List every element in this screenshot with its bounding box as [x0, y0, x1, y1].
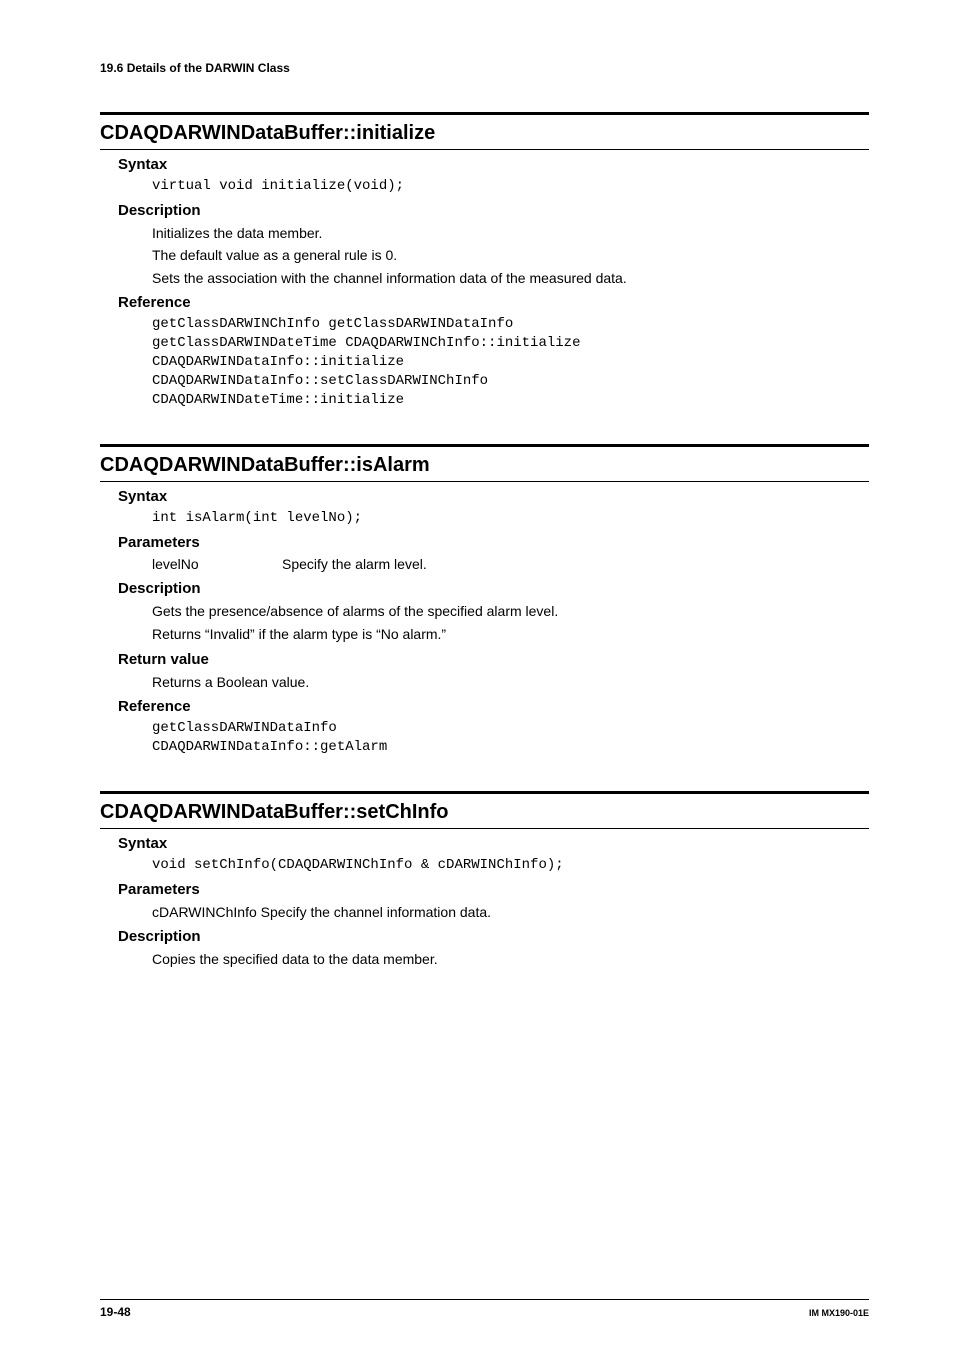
- body-paragraph: Gets the presence/absence of alarms of t…: [152, 602, 869, 644]
- subhead-syntax: Syntax: [118, 486, 869, 507]
- subhead-reference: Reference: [118, 292, 869, 313]
- section-title: CDAQDARWINDataBuffer::setChInfo: [100, 798, 869, 826]
- page-container: 19.6 Details of the DARWIN Class CDAQDAR…: [0, 0, 954, 1351]
- code-block: getClassDARWINDataInfo CDAQDARWINDataInf…: [152, 719, 869, 757]
- code-block: getClassDARWINChInfo getClassDARWINDataI…: [152, 315, 869, 409]
- subhead-description: Description: [118, 578, 869, 599]
- parameter-description: Specify the alarm level.: [282, 555, 427, 575]
- code-block: virtual void initialize(void);: [152, 177, 869, 196]
- code-block: void setChInfo(CDAQDARWINChInfo & cDARWI…: [152, 856, 869, 875]
- page-footer: 19-48 IM MX190-01E: [100, 1299, 869, 1321]
- parameter-row: levelNo Specify the alarm level.: [152, 555, 869, 575]
- text-line: Initializes the data member.: [152, 224, 869, 244]
- section-title: CDAQDARWINDataBuffer::isAlarm: [100, 451, 869, 479]
- section-rule-heavy: [100, 444, 869, 447]
- text-line: Returns a Boolean value.: [152, 673, 869, 693]
- page-number: 19-48: [100, 1304, 131, 1321]
- code-block: int isAlarm(int levelNo);: [152, 509, 869, 528]
- subhead-description: Description: [118, 200, 869, 221]
- section-title: CDAQDARWINDataBuffer::initialize: [100, 119, 869, 147]
- subhead-return-value: Return value: [118, 649, 869, 670]
- subhead-syntax: Syntax: [118, 833, 869, 854]
- section-rule-heavy: [100, 112, 869, 115]
- text-line: Copies the specified data to the data me…: [152, 950, 869, 970]
- subhead-parameters: Parameters: [118, 532, 869, 553]
- text-line: cDARWINChInfo Specify the channel inform…: [152, 903, 869, 923]
- subhead-description: Description: [118, 926, 869, 947]
- section-gap: [100, 410, 869, 434]
- section-rule-heavy: [100, 791, 869, 794]
- text-line: The default value as a general rule is 0…: [152, 246, 869, 266]
- section-gap: [100, 757, 869, 781]
- subhead-reference: Reference: [118, 696, 869, 717]
- body-paragraph: Copies the specified data to the data me…: [152, 950, 869, 970]
- subhead-syntax: Syntax: [118, 154, 869, 175]
- doc-id: IM MX190-01E: [809, 1307, 869, 1320]
- text-line: Returns “Invalid” if the alarm type is “…: [152, 625, 869, 645]
- body-paragraph: Initializes the data member. The default…: [152, 224, 869, 289]
- section-rule-light: [100, 149, 869, 150]
- section-rule-light: [100, 828, 869, 829]
- text-line: Sets the association with the channel in…: [152, 269, 869, 289]
- running-head: 19.6 Details of the DARWIN Class: [100, 60, 869, 77]
- section-rule-light: [100, 481, 869, 482]
- body-paragraph: cDARWINChInfo Specify the channel inform…: [152, 903, 869, 923]
- subhead-parameters: Parameters: [118, 879, 869, 900]
- body-paragraph: Returns a Boolean value.: [152, 673, 869, 693]
- text-line: Gets the presence/absence of alarms of t…: [152, 602, 869, 622]
- parameter-name: levelNo: [152, 555, 282, 575]
